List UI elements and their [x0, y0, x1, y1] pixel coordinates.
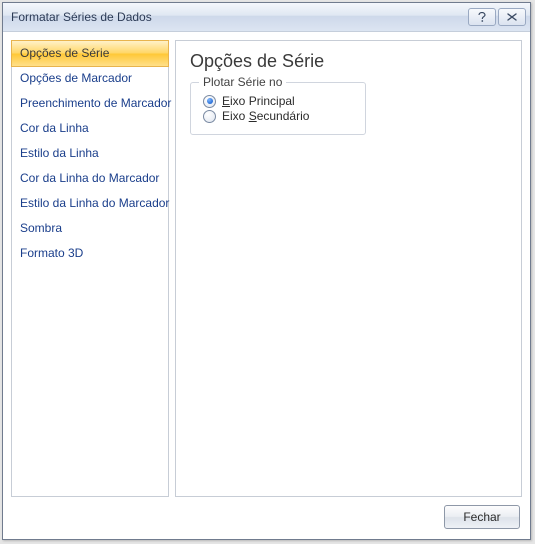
sidebar-item-label: Cor da Linha do Marcador [20, 171, 159, 185]
dialog-body: Opções de Série Opções de Marcador Preen… [3, 32, 530, 501]
sidebar-item-preenchimento-de-marcador[interactable]: Preenchimento de Marcador [12, 91, 168, 116]
groupbox-title: Plotar Série no [199, 75, 286, 89]
radio-label: Eixo Principal [222, 94, 295, 108]
sidebar-item-label: Opções de Marcador [20, 71, 132, 85]
radio-eixo-principal[interactable]: Eixo Principal [203, 94, 353, 108]
sidebar-item-label: Opções de Série [20, 46, 109, 60]
radio-label: Eixo Secundário [222, 109, 309, 123]
radio-icon [203, 110, 216, 123]
sidebar-item-label: Formato 3D [20, 246, 83, 260]
sidebar-item-cor-da-linha-do-marcador[interactable]: Cor da Linha do Marcador [12, 166, 168, 191]
close-button[interactable] [498, 8, 526, 26]
sidebar-item-sombra[interactable]: Sombra [12, 216, 168, 241]
content-heading: Opções de Série [190, 51, 507, 72]
window-title: Formatar Séries de Dados [11, 10, 468, 24]
sidebar-item-cor-da-linha[interactable]: Cor da Linha [12, 116, 168, 141]
close-icon [507, 13, 517, 21]
sidebar: Opções de Série Opções de Marcador Preen… [11, 40, 169, 497]
titlebar: Formatar Séries de Dados [3, 3, 530, 32]
sidebar-item-label: Estilo da Linha [20, 146, 99, 160]
sidebar-item-label: Sombra [20, 221, 62, 235]
sidebar-item-opcoes-de-serie[interactable]: Opções de Série [11, 40, 169, 67]
content-pane: Opções de Série Plotar Série no Eixo Pri… [175, 40, 522, 497]
help-icon [478, 12, 486, 22]
sidebar-item-opcoes-de-marcador[interactable]: Opções de Marcador [12, 66, 168, 91]
sidebar-item-estilo-da-linha-do-marcador[interactable]: Estilo da Linha do Marcador [12, 191, 168, 216]
titlebar-buttons [468, 8, 526, 26]
radio-icon [203, 95, 216, 108]
dialog-footer: Fechar [3, 501, 530, 539]
sidebar-item-label: Preenchimento de Marcador [20, 96, 171, 110]
sidebar-item-label: Estilo da Linha do Marcador [20, 196, 169, 210]
dialog-window: Formatar Séries de Dados Opções de Série… [2, 2, 531, 540]
sidebar-item-estilo-da-linha[interactable]: Estilo da Linha [12, 141, 168, 166]
close-dialog-button[interactable]: Fechar [444, 505, 520, 529]
radio-eixo-secundario[interactable]: Eixo Secundário [203, 109, 353, 123]
sidebar-item-label: Cor da Linha [20, 121, 89, 135]
help-button[interactable] [468, 8, 496, 26]
sidebar-item-formato-3d[interactable]: Formato 3D [12, 241, 168, 266]
plot-series-groupbox: Plotar Série no Eixo Principal Eixo Secu… [190, 82, 366, 135]
button-label: Fechar [463, 510, 500, 524]
